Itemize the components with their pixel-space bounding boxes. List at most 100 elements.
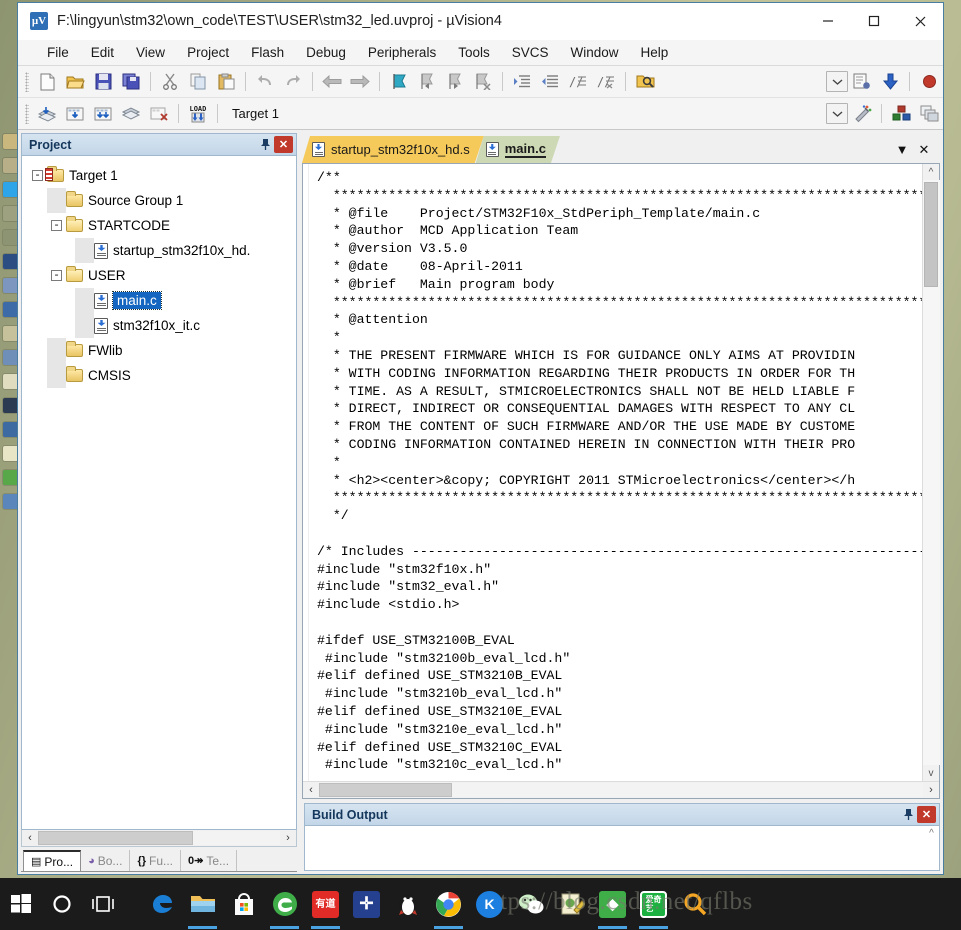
tree-expander[interactable]: -: [47, 220, 66, 231]
menu-help[interactable]: Help: [630, 42, 680, 63]
bookmark-toggle-icon[interactable]: [385, 69, 413, 95]
build-output-scrollbar[interactable]: ^: [924, 826, 939, 870]
redo-icon[interactable]: [279, 69, 307, 95]
kugou-music-icon[interactable]: K: [469, 878, 510, 930]
translate-icon[interactable]: [33, 101, 61, 127]
manage-multi-project-icon[interactable]: [915, 101, 943, 127]
microsoft-store-icon[interactable]: [223, 878, 264, 930]
youdao-dict-icon[interactable]: 有道: [305, 878, 346, 930]
scroll-down-icon[interactable]: v: [923, 765, 940, 781]
stop-build-icon[interactable]: [145, 101, 173, 127]
code-text[interactable]: /** ************************************…: [309, 164, 922, 781]
maximize-button[interactable]: [851, 3, 897, 39]
uncomment-icon[interactable]: //: [592, 69, 620, 95]
menu-svcs[interactable]: SVCS: [501, 42, 560, 63]
editor-horizontal-scrollbar[interactable]: ‹ ›: [303, 781, 939, 798]
project-horizontal-scrollbar[interactable]: ‹ ›: [21, 830, 297, 847]
manage-components-icon[interactable]: [887, 101, 915, 127]
dropdown-arrow-icon[interactable]: [826, 71, 848, 92]
undo-icon[interactable]: [251, 69, 279, 95]
file-explorer-icon[interactable]: [182, 878, 223, 930]
tree-node-startup-file[interactable]: startup_stm32f10x_hd.: [28, 238, 292, 263]
tab-list-dropdown-icon[interactable]: ▼: [892, 140, 912, 160]
close-icon[interactable]: ✕: [917, 806, 936, 823]
navigate-back-icon[interactable]: [318, 69, 346, 95]
config-wizard-icon[interactable]: [848, 69, 876, 95]
tree-node-source-group-1[interactable]: Source Group 1: [28, 188, 292, 213]
scroll-up-icon[interactable]: ^: [923, 164, 940, 180]
iqiyi-icon[interactable]: 爱奇艺: [633, 878, 674, 930]
wechat-icon[interactable]: [510, 878, 551, 930]
task-view-icon[interactable]: [82, 878, 123, 930]
tab-project[interactable]: ▤ Pro...: [23, 850, 82, 871]
scroll-right-icon[interactable]: ›: [923, 783, 939, 798]
close-button[interactable]: [897, 3, 943, 39]
bookmark-prev-icon[interactable]: [413, 69, 441, 95]
target-dropdown-icon[interactable]: [826, 103, 848, 124]
debug-start-icon[interactable]: [876, 69, 904, 95]
indent-right-icon[interactable]: [508, 69, 536, 95]
build-icon[interactable]: [61, 101, 89, 127]
tree-node-user[interactable]: - USER: [28, 263, 292, 288]
scroll-track[interactable]: [319, 783, 923, 797]
360-browser-icon[interactable]: [264, 878, 305, 930]
tab-functions[interactable]: {} Fu...: [130, 850, 182, 871]
close-tab-icon[interactable]: ✕: [914, 140, 934, 160]
bookmark-next-icon[interactable]: [441, 69, 469, 95]
scroll-left-icon[interactable]: ‹: [303, 783, 319, 798]
tab-books[interactable]: ◕ Bo...: [81, 850, 131, 871]
menu-file[interactable]: File: [36, 42, 80, 63]
editor-vertical-scrollbar[interactable]: ^ v: [922, 164, 940, 781]
open-file-icon[interactable]: [61, 69, 89, 95]
build-output-body[interactable]: ^: [304, 825, 940, 871]
editor-tab-startup[interactable]: startup_stm32f10x_hd.s: [302, 136, 484, 163]
tree-node-fwlib[interactable]: FWlib: [28, 338, 292, 363]
tree-node-target1[interactable]: - Target 1: [28, 163, 292, 188]
keil-uvision-icon[interactable]: ◆: [592, 878, 633, 930]
tab-templates[interactable]: 0↠ Te...: [181, 850, 238, 871]
start-button[interactable]: [0, 878, 41, 930]
tencent-app-icon[interactable]: ✛: [346, 878, 387, 930]
tree-node-startcode[interactable]: - STARTCODE: [28, 213, 292, 238]
chrome-browser-icon[interactable]: [428, 878, 469, 930]
new-file-icon[interactable]: [33, 69, 61, 95]
rebuild-icon[interactable]: [89, 101, 117, 127]
menu-peripherals[interactable]: Peripherals: [357, 42, 447, 63]
download-icon[interactable]: LOAD: [184, 101, 212, 127]
menu-tools[interactable]: Tools: [447, 42, 501, 63]
paste-icon[interactable]: [212, 69, 240, 95]
minimize-button[interactable]: [805, 3, 851, 39]
scroll-thumb[interactable]: [319, 783, 452, 797]
bookmark-clear-icon[interactable]: [469, 69, 497, 95]
insert-breakpoint-icon[interactable]: [915, 69, 943, 95]
menu-edit[interactable]: Edit: [80, 42, 125, 63]
save-icon[interactable]: [89, 69, 117, 95]
scroll-right-icon[interactable]: ›: [280, 831, 296, 846]
editor-tab-main[interactable]: main.c: [476, 136, 560, 163]
toolbar-grip[interactable]: [25, 103, 29, 124]
edge-browser-icon[interactable]: [141, 878, 182, 930]
navigate-forward-icon[interactable]: [346, 69, 374, 95]
menu-window[interactable]: Window: [559, 42, 629, 63]
qq-icon[interactable]: [387, 878, 428, 930]
search-orb-icon[interactable]: [674, 878, 715, 930]
scroll-thumb[interactable]: [38, 831, 193, 845]
scroll-thumb[interactable]: [923, 182, 938, 287]
scroll-track[interactable]: [38, 831, 280, 845]
project-tree[interactable]: - Target 1 Source Group 1 - STARTCODE st…: [21, 155, 297, 830]
target-selector[interactable]: Target 1: [223, 103, 371, 125]
batch-build-icon[interactable]: [117, 101, 145, 127]
notepad-editor-icon[interactable]: [551, 878, 592, 930]
pin-icon[interactable]: [256, 136, 274, 154]
close-icon[interactable]: ✕: [274, 136, 293, 153]
scroll-left-icon[interactable]: ‹: [22, 831, 38, 846]
tree-expander[interactable]: -: [47, 270, 66, 281]
toolbar-grip[interactable]: [25, 71, 29, 92]
tree-node-stm32f10x-it-c[interactable]: stm32f10x_it.c: [28, 313, 292, 338]
indent-left-icon[interactable]: [536, 69, 564, 95]
cut-icon[interactable]: [156, 69, 184, 95]
find-in-files-icon[interactable]: [631, 69, 659, 95]
menu-view[interactable]: View: [125, 42, 176, 63]
tree-node-cmsis[interactable]: CMSIS: [28, 363, 292, 388]
pin-icon[interactable]: [899, 806, 917, 824]
